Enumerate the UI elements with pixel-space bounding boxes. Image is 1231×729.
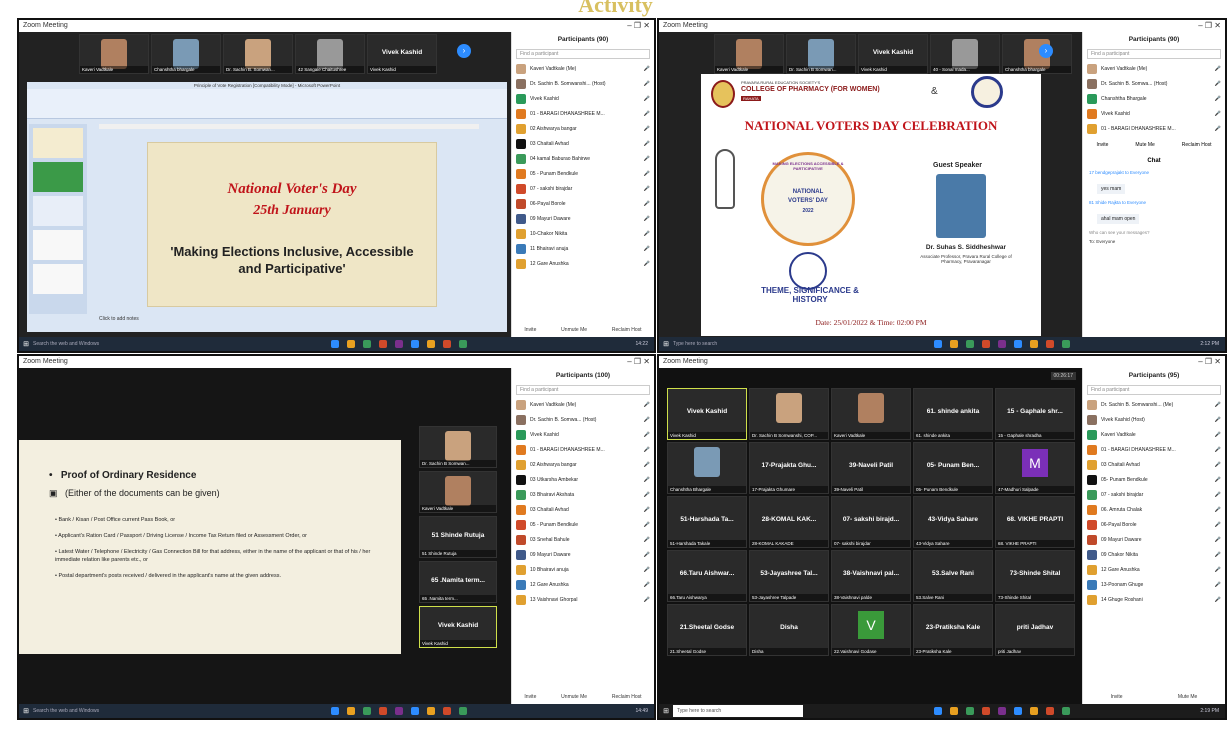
frame xyxy=(657,18,1227,353)
frame xyxy=(17,18,656,353)
header-text: Activity xyxy=(578,0,653,17)
frame xyxy=(17,354,656,720)
header-band: Activity xyxy=(0,0,1231,20)
frame xyxy=(657,354,1227,720)
